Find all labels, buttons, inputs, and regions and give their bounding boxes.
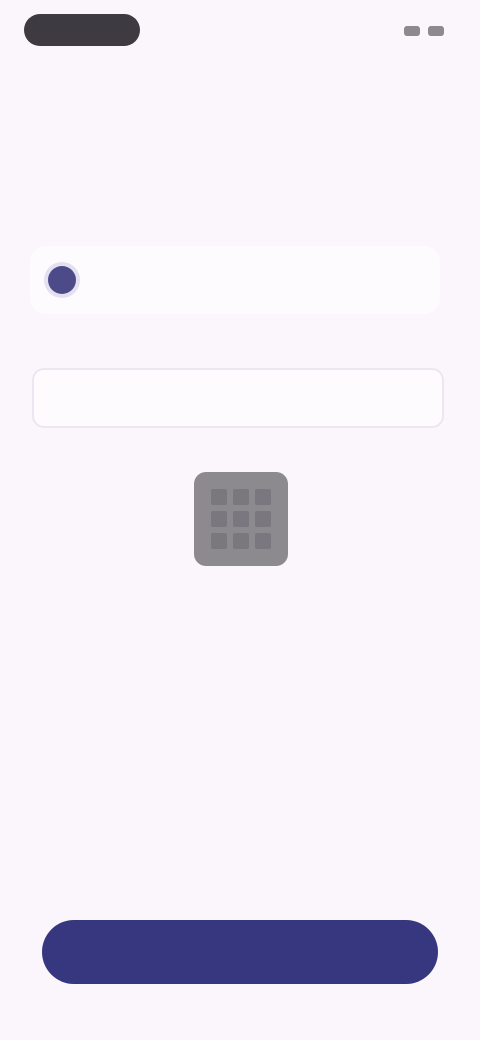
signal-icon <box>404 26 420 36</box>
option-card[interactable] <box>30 246 440 314</box>
qr-code-icon <box>211 489 271 549</box>
status-pill <box>24 14 140 46</box>
qr-code[interactable] <box>194 472 288 566</box>
status-icons <box>396 22 444 40</box>
status-bar <box>0 0 480 64</box>
battery-icon <box>428 26 444 36</box>
radio-selected-icon[interactable] <box>48 266 76 294</box>
primary-button[interactable] <box>42 920 438 984</box>
text-input[interactable] <box>32 368 444 428</box>
